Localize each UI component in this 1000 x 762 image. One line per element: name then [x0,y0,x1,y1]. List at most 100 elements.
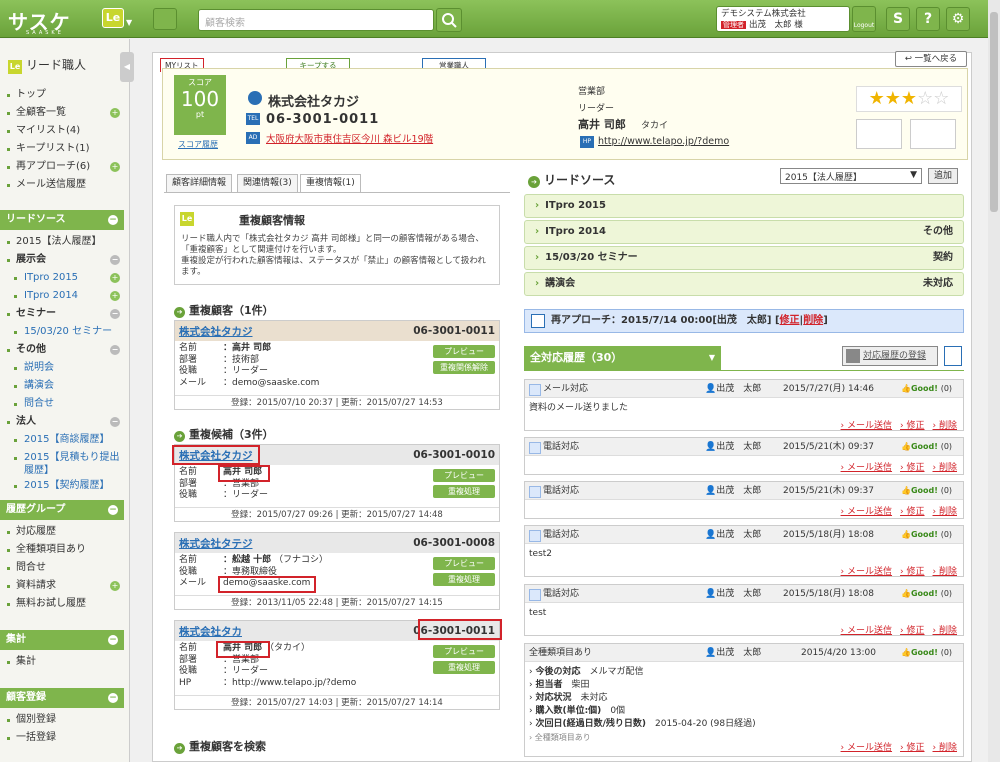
delete-link[interactable]: 削除 [933,463,957,473]
edit-link[interactable]: 修正 [900,567,924,577]
customer-search-input[interactable]: 顧客検索 [198,9,434,31]
calendar-icon[interactable] [944,346,962,366]
reapproach-delete-link[interactable]: 削除 [803,315,823,326]
minus-icon[interactable]: − [110,255,120,265]
preview-button[interactable]: プレビュー [433,645,495,658]
chevron-down-icon[interactable]: ▼ [126,18,132,27]
sidebar-item-all-types[interactable]: 全種類項目あり [0,541,124,559]
sidebar-item-all-customers[interactable]: 全顧客一覧 + [0,104,124,122]
minus-icon[interactable]: − [108,693,118,703]
plus-icon[interactable]: + [110,162,120,172]
edit-link[interactable]: 修正 [900,507,924,517]
sidebar-item-mail-history[interactable]: メール送信履歴 [0,176,124,194]
process-duplicate-button[interactable]: 重複処理 [433,573,495,586]
score-history-link[interactable]: スコア履歴 [178,139,218,150]
sidebar-item-mylist[interactable]: マイリスト(4) [0,122,124,140]
history-tab[interactable]: 全対応履歴（30） ▼ [524,346,721,370]
search-duplicate-title[interactable]: 重複顧客を検索 [174,738,266,754]
sidebar-item-keeplist[interactable]: キープリスト(1) [0,140,124,158]
tab-related-info[interactable]: 関連情報(3) [237,174,298,192]
card-company-link[interactable]: 株式会社タテジ [179,536,253,551]
minus-icon[interactable]: − [110,309,120,319]
minus-icon[interactable]: − [110,417,120,427]
reapproach-edit-link[interactable]: 修正 [780,315,800,326]
sidebar-item-seminar-0320[interactable]: 15/03/20 セミナー [0,323,124,341]
process-duplicate-button[interactable]: 重複処理 [433,661,495,674]
company-tel[interactable]: 06-3001-0011 [266,112,379,127]
delete-link[interactable]: 削除 [933,567,957,577]
sidebar-item-quote-history[interactable]: 2015【見積もり提出履歴】 [0,449,124,477]
sidebar-collapse-toggle[interactable]: ◀ [120,52,134,82]
preview-button[interactable]: プレビュー [433,469,495,482]
process-duplicate-button[interactable]: 重複処理 [433,485,495,498]
minus-icon[interactable]: − [108,505,118,515]
lead-row[interactable]: › ITpro 2014 その他 [524,220,964,244]
minus-icon[interactable]: − [108,215,118,225]
tab-duplicate-info[interactable]: 重複情報(1) [300,174,361,193]
preview-button[interactable]: プレビュー [433,557,495,570]
sidebar-item-bulk-register[interactable]: 一括登録 [0,729,124,747]
sidebar-item-inquiry[interactable]: 問合せ [0,395,124,413]
sidebar-item-itpro2014[interactable]: ITpro 2014 + [0,287,124,305]
logout-button[interactable]: Logout [852,6,876,32]
lead-row[interactable]: › 講演会 未対応 [524,272,964,296]
sidebar-item-contract-history[interactable]: 2015【契約履歴】 [0,477,124,495]
rating-stars[interactable]: ★★★☆☆ [856,86,962,112]
site-thumbnail[interactable] [856,119,902,149]
company-address-link[interactable]: 大阪府大阪市東住吉区今川 森ビル19階 [266,131,433,145]
send-mail-link[interactable]: メール送信 [841,463,892,473]
sidebar-head-history-group[interactable]: 履歴グループ − [0,500,124,520]
lead-row[interactable]: › 15/03/20 セミナー 契約 [524,246,964,270]
play-icon[interactable] [248,91,262,105]
lead-source-select[interactable]: 2015【法人履歴】 ▼ [780,168,922,184]
send-mail-link[interactable]: メール送信 [841,567,892,577]
plus-icon[interactable]: + [110,273,120,283]
sidebar-item-document-request[interactable]: 資料請求 + [0,577,124,595]
back-to-list-button[interactable]: ↩ 一覧へ戻る [895,51,967,67]
send-mail-link[interactable]: メール送信 [841,421,892,431]
star-empty-icon[interactable]: ☆☆ [917,88,949,109]
app-logo[interactable]: サスケ SAASKE [8,6,71,36]
scrollbar-thumb[interactable] [990,12,998,212]
delete-link[interactable]: 削除 [933,743,957,753]
preview-button[interactable]: プレビュー [433,345,495,358]
site-thumbnail[interactable] [910,119,956,149]
gear-icon[interactable]: ⚙ [946,7,970,31]
tab-customer-detail[interactable]: 顧客詳細情報 [166,174,233,192]
card-company-link[interactable]: 株式会社タカ [179,624,242,639]
send-mail-link[interactable]: メール送信 [841,507,892,517]
good-button[interactable]: 👍Good! (0) [901,644,952,662]
edit-link[interactable]: 修正 [900,743,924,753]
sidebar-item-lecture[interactable]: 講演会 [0,377,124,395]
sidebar-item-inquiry-history[interactable]: 問合せ [0,559,124,577]
plus-icon[interactable]: + [110,581,120,591]
sidebar-item-summary[interactable]: 集計 [0,653,124,671]
sidebar-item-reapproach[interactable]: 再アプローチ(6) + [0,158,124,176]
sidebar-head-register[interactable]: 顧客登録 − [0,688,124,708]
good-button[interactable]: 👍Good! (0) [901,380,952,398]
search-icon[interactable] [436,8,462,32]
edit-link[interactable]: 修正 [900,626,924,636]
saaske-icon[interactable]: S [886,7,910,31]
plus-icon[interactable]: + [110,291,120,301]
delete-link[interactable]: 削除 [933,507,957,517]
sidebar-head-summary[interactable]: 集計 − [0,630,124,650]
sidebar-item-free-trial[interactable]: 無料お試し履歴 [0,595,124,613]
sidebar-item-corp[interactable]: 法人 − [0,413,124,431]
help-icon[interactable]: ? [916,7,940,31]
minus-icon[interactable]: − [110,345,120,355]
lead-row[interactable]: › ITpro 2015 [524,194,964,218]
unlink-duplicate-button[interactable]: 重複関係解除 [433,361,495,374]
card-company-link[interactable]: 株式会社タカジ [179,324,253,339]
good-button[interactable]: 👍Good! (0) [901,585,952,603]
sidebar-item-deal-history[interactable]: 2015【商談履歴】 [0,431,124,449]
product-switch-button[interactable]: Le [102,8,124,28]
good-button[interactable]: 👍Good! (0) [901,526,952,544]
sidebar-item-2015-corp[interactable]: 2015【法人履歴】 [0,233,124,251]
sidebar-item-single-register[interactable]: 個別登録 [0,711,124,729]
sidebar-item-briefing[interactable]: 説明会 [0,359,124,377]
star-icon[interactable]: ★★★ [869,88,917,109]
edit-link[interactable]: 修正 [900,421,924,431]
send-mail-link[interactable]: メール送信 [841,626,892,636]
register-history-button[interactable]: 対応履歴の登録 [842,346,938,366]
